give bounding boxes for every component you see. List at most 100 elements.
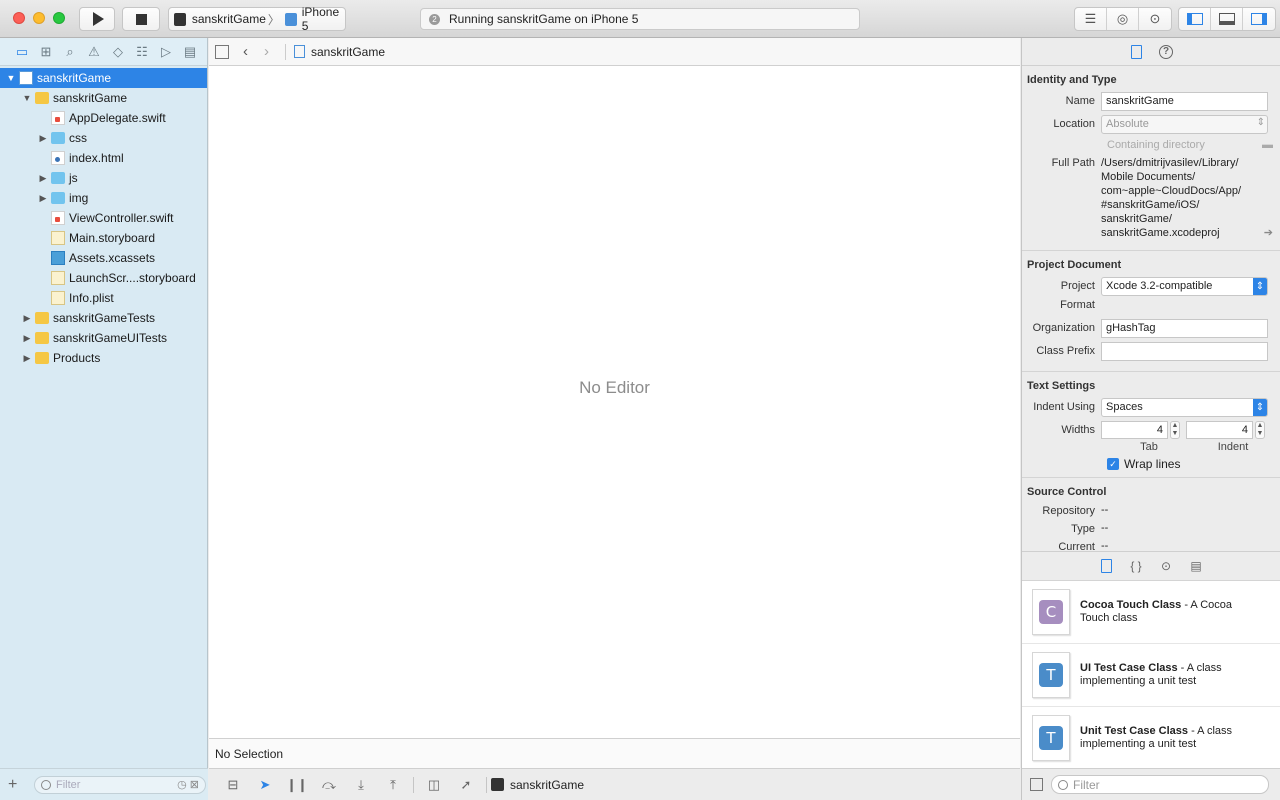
toggle-navigator-button[interactable]	[1179, 8, 1211, 30]
name-field[interactable]: sanskritGame	[1101, 92, 1268, 111]
navigator-row[interactable]: index.html	[0, 148, 207, 168]
wrap-lines-checkbox[interactable]: ✓	[1107, 458, 1119, 470]
library-item-title: Cocoa Touch Class	[1080, 599, 1182, 611]
location-select[interactable]: Absolute	[1101, 115, 1268, 134]
scheme-selector[interactable]: sanskritGame 〉 iPhone 5	[168, 5, 346, 33]
project-icon	[19, 71, 33, 85]
path-separator-icon: 〉	[267, 12, 280, 27]
tab-width-field[interactable]: 4	[1101, 421, 1168, 439]
file-inspector-tab[interactable]	[1128, 44, 1144, 60]
folder-icon	[35, 312, 49, 324]
class-prefix-field[interactable]	[1101, 342, 1268, 361]
disclosure-closed-icon[interactable]: ▶	[38, 133, 48, 144]
project-format-select[interactable]: Xcode 3.2-compatible	[1101, 277, 1268, 296]
view-debugger-button[interactable]: ◫	[418, 775, 450, 795]
recent-files-icon[interactable]: ◷ ⊠	[177, 778, 199, 791]
navigator-row[interactable]: AppDelegate.swift	[0, 108, 207, 128]
library-item[interactable]: C Cocoa Touch Class - A Cocoa Touch clas…	[1022, 581, 1280, 644]
navigator-filter-input[interactable]: Filter ◷ ⊠	[34, 775, 206, 794]
pause-button[interactable]: ❙❙	[281, 775, 313, 795]
debug-navigator-tab-icon[interactable]: ☷	[130, 44, 154, 60]
simulate-location-button[interactable]: ➚	[450, 775, 482, 795]
navigator-row[interactable]: ▶ sanskritGameUITests	[0, 328, 207, 348]
file-template-library-tab[interactable]	[1099, 559, 1113, 573]
disclosure-closed-icon[interactable]: ▶	[22, 313, 32, 324]
navigator-row[interactable]: ▶ img	[0, 188, 207, 208]
jump-bar-item[interactable]: sanskritGame	[311, 45, 385, 59]
code-snippet-library-tab[interactable]: { }	[1129, 559, 1143, 573]
library-item[interactable]: T UI Test Case Class - A class implement…	[1022, 644, 1280, 707]
disclosure-open-icon[interactable]: ▼	[22, 93, 32, 103]
activity-viewer: 2 Running sanskritGame on iPhone 5	[420, 8, 860, 30]
navigator-row[interactable]: Info.plist	[0, 288, 207, 308]
back-arrow-icon[interactable]: ‹	[243, 43, 248, 60]
navigator-row[interactable]: ViewController.swift	[0, 208, 207, 228]
navigator-row[interactable]: ▶ Products	[0, 348, 207, 368]
organization-field[interactable]: gHashTag	[1101, 319, 1268, 338]
navigator-row[interactable]: ▶ css	[0, 128, 207, 148]
editor-mode-control: ☰ ◎ ⊙	[1074, 7, 1172, 31]
indent-using-select[interactable]: Spaces	[1101, 398, 1268, 417]
standard-editor-button[interactable]: ☰	[1075, 8, 1107, 30]
object-library-tab[interactable]: ⊙	[1159, 559, 1173, 573]
minimize-window-button[interactable]	[33, 12, 45, 24]
library-item-text: Unit Test Case Class - A class implement…	[1080, 725, 1250, 751]
grid-view-icon[interactable]	[1030, 778, 1043, 791]
issue-navigator-tab-icon[interactable]: ⚠	[82, 44, 106, 60]
symbol-navigator-tab-icon[interactable]: ⊞	[34, 44, 58, 60]
search-icon	[1058, 779, 1068, 790]
navigator-row[interactable]: ▼ sanskritGame	[0, 88, 207, 108]
hide-debug-area-button[interactable]: ⊟	[217, 775, 249, 795]
add-file-icon[interactable]: +	[8, 776, 24, 794]
run-button[interactable]	[79, 7, 115, 31]
media-library-tab[interactable]: ▤	[1189, 559, 1203, 573]
zoom-window-button[interactable]	[53, 12, 65, 24]
utilities-area: ? Identity and Type Name sanskritGame Lo…	[1021, 38, 1280, 800]
empty-editor-message: No Editor	[579, 378, 650, 397]
disclosure-open-icon[interactable]: ▼	[6, 73, 16, 83]
related-items-icon[interactable]	[215, 44, 229, 59]
toggle-utilities-button[interactable]	[1243, 8, 1275, 30]
navigator-row[interactable]: ▶ js	[0, 168, 207, 188]
navigator-row[interactable]: Main.storyboard	[0, 228, 207, 248]
swift-file-icon	[51, 111, 65, 125]
library-filter-bar: Filter	[1022, 768, 1280, 800]
find-navigator-tab-icon[interactable]: ⌕	[58, 44, 82, 60]
navigator-row[interactable]: Assets.xcassets	[0, 248, 207, 268]
breakpoint-navigator-tab-icon[interactable]: ▷	[154, 44, 178, 60]
full-path-line: com~apple~CloudDocs/App/	[1101, 185, 1242, 197]
library-item[interactable]: T Unit Test Case Class - A class impleme…	[1022, 707, 1280, 768]
stop-button[interactable]	[122, 7, 160, 31]
breakpoints-toggle-button[interactable]: ➤	[249, 775, 281, 795]
step-into-button[interactable]: ⤓	[345, 775, 377, 795]
reveal-in-finder-icon[interactable]: ➔	[1264, 226, 1273, 240]
tab-width-stepper[interactable]: ▲ ▼	[1170, 421, 1180, 439]
navigator-row-label: sanskritGame	[53, 91, 128, 105]
forward-arrow-icon[interactable]: ›	[264, 43, 269, 60]
test-navigator-tab-icon[interactable]: ◇	[106, 44, 130, 60]
disclosure-closed-icon[interactable]: ▶	[22, 353, 32, 364]
debug-target-name[interactable]: sanskritGame	[510, 778, 584, 792]
indent-width-stepper[interactable]: ▲ ▼	[1255, 421, 1265, 439]
navigator-row[interactable]: ▶ sanskritGameTests	[0, 308, 207, 328]
project-format-label: Project Format	[1060, 280, 1095, 311]
report-navigator-tab-icon[interactable]: ▤	[178, 44, 202, 60]
close-window-button[interactable]	[13, 12, 25, 24]
step-over-button[interactable]: ⤼	[313, 775, 345, 795]
folder-icon[interactable]: ▬	[1262, 138, 1273, 152]
version-editor-button[interactable]: ⊙	[1139, 8, 1171, 30]
navigator-row[interactable]: LaunchScr....storyboard	[0, 268, 207, 288]
quick-help-tab[interactable]: ?	[1158, 44, 1174, 60]
disclosure-closed-icon[interactable]: ▶	[38, 193, 48, 204]
debug-pane-icon	[1218, 13, 1235, 25]
assistant-editor-button[interactable]: ◎	[1107, 8, 1139, 30]
disclosure-closed-icon[interactable]: ▶	[38, 173, 48, 184]
step-out-button[interactable]: ⤒	[377, 775, 409, 795]
disclosure-closed-icon[interactable]: ▶	[22, 333, 32, 344]
library-filter-input[interactable]: Filter	[1051, 775, 1269, 794]
wrap-lines-row[interactable]: ✓ Wrap lines	[1107, 457, 1275, 471]
indent-width-field[interactable]: 4	[1186, 421, 1253, 439]
toggle-debug-area-button[interactable]	[1211, 8, 1243, 30]
navigator-row[interactable]: ▼ sanskritGame	[0, 68, 207, 88]
project-navigator-tab-icon[interactable]: ▭	[10, 44, 34, 60]
